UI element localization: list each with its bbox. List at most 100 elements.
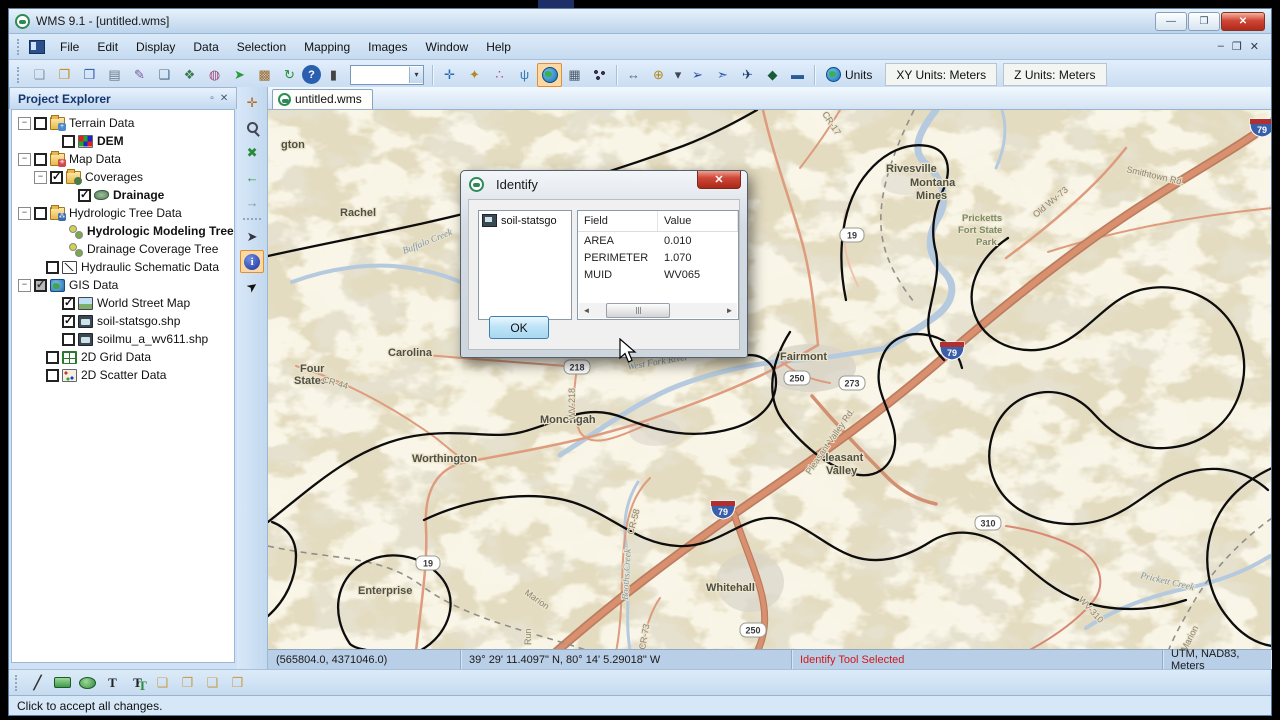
menu-file[interactable]: File: [51, 37, 88, 57]
bring-to-front-button[interactable]: ❏: [150, 671, 175, 695]
print-button[interactable]: ▤: [102, 63, 127, 87]
convert-tool-button[interactable]: ➣: [710, 63, 735, 87]
save-file-button[interactable]: ❒: [77, 63, 102, 87]
checkbox[interactable]: [62, 134, 75, 148]
north-arrow-button[interactable]: ✦: [462, 63, 487, 87]
layer-list-item[interactable]: soil-statsgo: [479, 211, 571, 230]
previous-view-button[interactable]: ←: [240, 166, 264, 189]
draw-text-tool[interactable]: T: [100, 671, 125, 695]
refresh-button[interactable]: ↻: [277, 63, 302, 87]
expander-icon[interactable]: −: [18, 278, 31, 292]
tree-item-drainage[interactable]: Drainage: [12, 186, 234, 204]
menu-data[interactable]: Data: [184, 37, 227, 57]
document-tab[interactable]: untitled.wms: [272, 88, 373, 109]
tree-item-hydrologic-modeling-tree[interactable]: Hydrologic Modeling Tree: [12, 222, 234, 240]
measure-button[interactable]: ↔: [621, 63, 646, 87]
map-viewport[interactable]: gton Rachel Buffalo Creek Four States Ca…: [268, 109, 1271, 649]
checkbox[interactable]: [50, 170, 63, 184]
dropdown-arrow-button[interactable]: ▾: [671, 63, 685, 87]
mdi-close-button[interactable]: ✕: [1250, 40, 1259, 53]
horizontal-scrollbar[interactable]: ◄ ►: [579, 303, 737, 318]
combobox-arrow-icon[interactable]: ▾: [409, 66, 423, 83]
explorer-close-button[interactable]: ✕: [220, 93, 228, 104]
child-window-icon[interactable]: [29, 39, 45, 54]
select-objects-tool[interactable]: ➤: [240, 225, 264, 248]
checkbox[interactable]: [34, 206, 47, 220]
expander-icon[interactable]: −: [18, 116, 31, 130]
scroll-right-arrow[interactable]: ►: [722, 303, 737, 318]
checkbox[interactable]: [62, 314, 75, 328]
column-header-field[interactable]: Field: [578, 211, 658, 231]
expander-icon[interactable]: −: [18, 206, 31, 220]
project-explorer-header[interactable]: Project Explorer ▫ ✕: [9, 87, 238, 109]
tree-item-terrain-data[interactable]: − + Terrain Data: [12, 114, 234, 132]
send-to-back-button[interactable]: ❐: [175, 671, 200, 695]
menu-window[interactable]: Window: [417, 37, 478, 57]
tree-item-2d-scatter[interactable]: 2D Scatter Data: [12, 366, 234, 384]
properties-button[interactable]: ▩: [252, 63, 277, 87]
scroll-left-arrow[interactable]: ◄: [579, 303, 594, 318]
identify-tool[interactable]: i: [240, 250, 265, 273]
explorer-collapse-button[interactable]: ▫: [210, 93, 214, 104]
menu-images[interactable]: Images: [359, 37, 416, 57]
minimize-button[interactable]: —: [1155, 11, 1187, 31]
tree-item-dem[interactable]: DEM: [12, 132, 234, 150]
display-options-button[interactable]: ◍: [202, 63, 227, 87]
zoom-tool[interactable]: [240, 116, 264, 139]
zoom-extents-tool[interactable]: ✖: [240, 141, 264, 164]
page-layout-button[interactable]: ❑: [152, 63, 177, 87]
tree-item-soil-statsgo[interactable]: soil-statsgo.shp: [12, 312, 234, 330]
new-file-button[interactable]: ❏: [27, 63, 52, 87]
identify-attributes-table[interactable]: Field Value AREA 0.010 PERIMETER 1.070 M…: [577, 210, 739, 320]
checkbox[interactable]: [46, 368, 59, 382]
checkbox[interactable]: [46, 350, 59, 364]
tree-item-map-data[interactable]: − ✳ Map Data: [12, 150, 234, 168]
tree-item-hydraulic-schematic[interactable]: Hydraulic Schematic Data: [12, 258, 234, 276]
tree-item-drainage-coverage-tree[interactable]: Drainage Coverage Tree: [12, 240, 234, 258]
scrollbar-thumb[interactable]: [606, 303, 670, 318]
pointer-tool[interactable]: ➤: [236, 270, 269, 303]
checkbox[interactable]: [78, 188, 91, 202]
checkbox[interactable]: [62, 296, 75, 310]
export-tool-button[interactable]: ◆: [760, 63, 785, 87]
map-canvas[interactable]: gton Rachel Buffalo Creek Four States Ca…: [268, 109, 1271, 649]
menu-selection[interactable]: Selection: [228, 37, 295, 57]
run-model-button[interactable]: ➤: [227, 63, 252, 87]
next-view-button[interactable]: →: [240, 191, 264, 214]
units-button[interactable]: Units: [819, 65, 879, 84]
draw-rectangle-tool[interactable]: [50, 671, 75, 695]
title-bar[interactable]: WMS 9.1 - [untitled.wms] — ❐ ✕: [9, 9, 1271, 34]
identify-dialog[interactable]: Identify ✕ soil-statsgo Field Value AREA…: [460, 170, 748, 358]
close-button[interactable]: ✕: [1221, 11, 1265, 31]
column-header-value[interactable]: Value: [658, 211, 738, 231]
toolbar-combobox[interactable]: ▾: [350, 64, 424, 85]
menu-edit[interactable]: Edit: [88, 37, 127, 57]
tree-item-2d-grid[interactable]: 2D Grid Data: [12, 348, 234, 366]
ok-button[interactable]: OK: [489, 316, 549, 339]
feather-tool-button[interactable]: ✎: [127, 63, 152, 87]
open-file-button[interactable]: ❐: [52, 63, 77, 87]
grid-module-button[interactable]: ▦: [562, 63, 587, 87]
expander-icon[interactable]: −: [34, 170, 47, 184]
scatter-module-button[interactable]: [587, 63, 612, 87]
tree-branch-button[interactable]: ψ: [512, 63, 537, 87]
checkbox[interactable]: [34, 278, 47, 292]
checkbox[interactable]: [46, 260, 59, 274]
add-layer-button[interactable]: ⊕: [646, 63, 671, 87]
tree-item-coverages[interactable]: − Coverages: [12, 168, 234, 186]
identify-layer-list[interactable]: soil-statsgo: [478, 210, 572, 320]
menu-help[interactable]: Help: [477, 37, 520, 57]
checkbox[interactable]: [34, 152, 47, 166]
tree-item-world-street-map[interactable]: World Street Map: [12, 294, 234, 312]
bring-forward-button[interactable]: ❑: [200, 671, 225, 695]
pan-tool[interactable]: ✛: [240, 91, 264, 114]
tree-item-hydrologic-tree-data[interactable]: − ⁂ Hydrologic Tree Data: [12, 204, 234, 222]
tree-item-soilmu[interactable]: soilmu_a_wv611.shp: [12, 330, 234, 348]
draw-oval-tool[interactable]: [75, 671, 100, 695]
table-header-row[interactable]: Field Value: [578, 211, 738, 232]
delete-button[interactable]: ▮: [321, 63, 346, 87]
mapping-flight-button[interactable]: ✈: [735, 63, 760, 87]
help-button[interactable]: ?: [302, 65, 321, 84]
checkbox[interactable]: [62, 332, 75, 346]
menu-display[interactable]: Display: [127, 37, 184, 57]
